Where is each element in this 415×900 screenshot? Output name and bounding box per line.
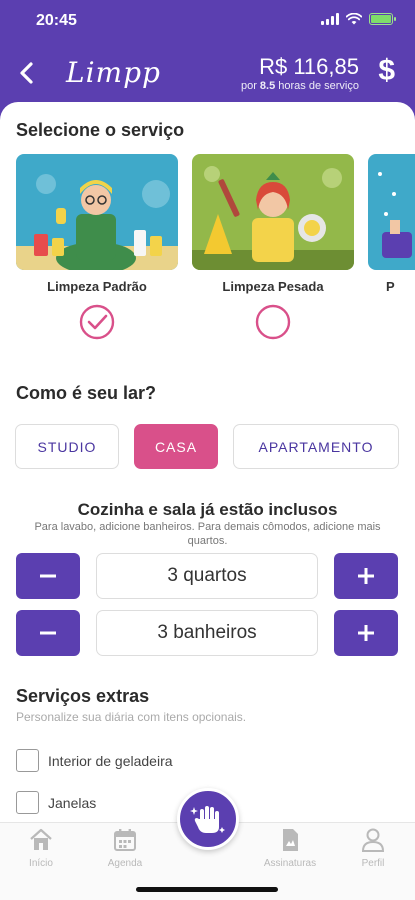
extras-section-title: Serviços extras	[16, 686, 150, 706]
checkbox[interactable]	[16, 749, 39, 772]
sparkle-hand-icon	[190, 806, 225, 833]
home-option-casa[interactable]: CASA	[134, 424, 218, 469]
service-section-title: Selecione o serviço	[16, 120, 185, 140]
calendar-icon	[114, 829, 136, 851]
service-card-partial[interactable]: P	[368, 154, 415, 294]
nav-item-perfil[interactable]: Perfil	[342, 827, 404, 869]
price-hours: por 8.5 horas de serviço	[240, 80, 359, 92]
status-bar: 20:45	[0, 0, 415, 44]
minus-icon	[40, 574, 56, 578]
nav-label: Perfil	[361, 858, 385, 869]
extra-item-geladeira[interactable]: Interior de geladeira	[16, 749, 173, 772]
checkbox[interactable]	[16, 791, 39, 814]
nav-item-agenda[interactable]: Agenda	[94, 827, 156, 869]
service-illustration	[368, 154, 415, 270]
home-icon	[30, 828, 52, 850]
nav-item-assinaturas[interactable]: Assinaturas	[259, 827, 321, 869]
extras-subtitle: Personalize sua diária com itens opciona…	[16, 710, 247, 724]
battery-icon	[369, 13, 396, 25]
increase-bathrooms-button[interactable]	[334, 610, 398, 656]
home-option-studio[interactable]: STUDIO	[15, 424, 119, 469]
status-icons	[321, 13, 396, 25]
chevron-left-icon	[20, 62, 33, 84]
nav-item-inicio[interactable]: Início	[10, 827, 72, 869]
home-indicator	[136, 887, 278, 892]
bedrooms-count: 3 quartos	[96, 553, 318, 599]
booking-form: Selecione o serviço Limpeza Padrão Limpe…	[0, 102, 415, 900]
home-option-apartamento[interactable]: APARTAMENTO	[233, 424, 399, 469]
wifi-icon	[346, 13, 362, 25]
user-icon	[361, 828, 385, 852]
service-card-limpeza-pesada[interactable]: Limpeza Pesada	[192, 154, 354, 340]
cleaning-action-button[interactable]	[177, 788, 239, 850]
increase-bedrooms-button[interactable]	[334, 553, 398, 599]
minus-icon	[40, 631, 56, 635]
service-label: Limpeza Padrão	[47, 279, 147, 294]
document-icon	[283, 829, 298, 851]
bathrooms-count: 3 banheiros	[96, 610, 318, 656]
extra-item-label: Interior de geladeira	[48, 752, 173, 769]
checked-circle-icon[interactable]	[79, 304, 115, 340]
hours-value: 8.5	[259, 80, 276, 92]
back-button[interactable]	[12, 58, 40, 88]
extra-item-label: Janelas	[48, 794, 97, 811]
service-illustration	[16, 154, 178, 270]
home-section-title: Como é seu lar?	[16, 383, 157, 403]
nav-label: Início	[29, 858, 53, 869]
service-label: P	[386, 279, 395, 294]
service-card-limpeza-padrao[interactable]: Limpeza Padrão	[16, 154, 178, 340]
unchecked-circle-icon[interactable]	[255, 304, 291, 340]
extra-item-janelas[interactable]: Janelas	[16, 791, 96, 814]
plus-icon	[358, 568, 374, 584]
cellular-signal-icon	[321, 13, 339, 25]
included-rooms-title: Cozinha e sala já estão inclusos	[77, 500, 338, 519]
price-value: R$ 116,85	[259, 54, 359, 79]
status-time: 20:45	[36, 12, 77, 29]
decrease-bathrooms-button[interactable]	[16, 610, 80, 656]
nav-label: Agenda	[107, 858, 143, 869]
service-illustration	[192, 154, 354, 270]
included-rooms-subtitle: Para lavabo, adicione banheiros. Para de…	[34, 521, 381, 547]
service-label: Limpeza Pesada	[222, 279, 324, 294]
decrease-bedrooms-button[interactable]	[16, 553, 80, 599]
nav-label: Assinaturas	[263, 858, 317, 869]
app-header: 20:45 Limpp R$ 116,85 por 8.5 horas de s…	[0, 0, 415, 112]
plus-icon	[358, 625, 374, 641]
price-details-button[interactable]: $	[378, 54, 395, 88]
app-logo: Limpp	[66, 56, 161, 89]
price-summary: R$ 116,85 por 8.5 horas de serviço	[241, 54, 359, 92]
